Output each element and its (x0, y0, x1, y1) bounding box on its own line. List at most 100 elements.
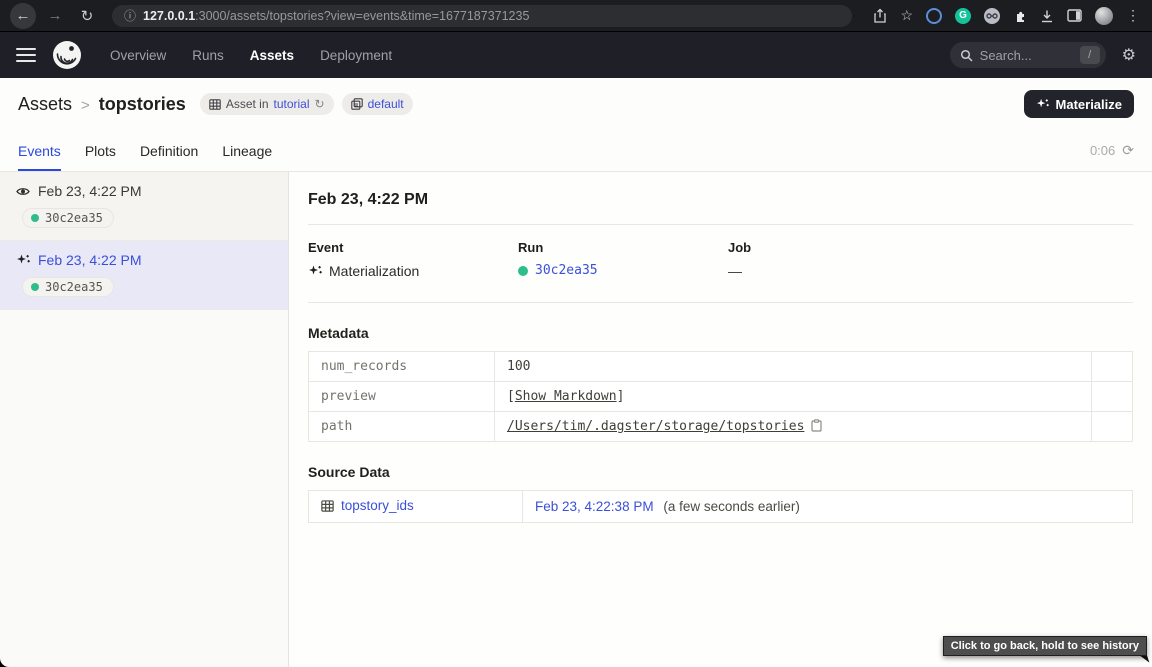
extension-1password-icon[interactable] (926, 8, 942, 24)
nav-item-assets[interactable]: Assets (250, 48, 294, 63)
browser-toolbar: ← → ↻ ⓘ 127.0.0.1:3000/assets/topstories… (0, 0, 1152, 32)
sparkle-icon (1036, 98, 1049, 110)
tab-events[interactable]: Events (18, 130, 61, 171)
search-shortcut-badge: / (1080, 46, 1100, 64)
nav-item-overview[interactable]: Overview (110, 48, 166, 63)
metadata-extra-cell (1092, 412, 1133, 442)
run-status-dot (31, 214, 39, 222)
tab-definition[interactable]: Definition (140, 130, 198, 171)
path-link[interactable]: /Users/tim/.dagster/storage/topstories (507, 419, 804, 434)
asset-group-link[interactable]: default (368, 97, 404, 111)
tab-plots[interactable]: Plots (85, 130, 116, 171)
asset-location-badge[interactable]: Asset in tutorial ↻ (200, 93, 334, 115)
window-corner (0, 657, 12, 667)
metadata-extra-cell (1092, 382, 1133, 412)
browser-back-button[interactable]: ← (10, 3, 36, 29)
job-value: — (728, 263, 742, 279)
table-row: num_records 100 (309, 352, 1133, 382)
metadata-key: preview (309, 382, 495, 412)
url-host: 127.0.0.1 (143, 9, 195, 23)
reload-location-icon[interactable]: ↻ (315, 97, 325, 111)
source-data-section-title: Source Data (308, 464, 1133, 480)
share-icon[interactable] (873, 8, 887, 23)
copy-clipboard-icon[interactable] (811, 419, 822, 432)
asset-grid-icon (209, 99, 221, 110)
event-type-value: Materialization (329, 263, 419, 279)
asset-tabs: Events Plots Definition Lineage 0:06 ⟳ (0, 130, 1152, 172)
metadata-value: /Users/tim/.dagster/storage/topstories (495, 412, 1092, 442)
breadcrumb-assets-link[interactable]: Assets (18, 94, 72, 115)
breadcrumb-separator: > (81, 97, 90, 114)
materialize-button[interactable]: Materialize (1024, 90, 1134, 118)
breadcrumb: Assets > topstories (18, 94, 186, 115)
source-asset-link[interactable]: topstory_ids (321, 498, 414, 513)
table-row: path /Users/tim/.dagster/storage/topstor… (309, 412, 1133, 442)
metadata-table: num_records 100 preview [Show Markdown] … (308, 351, 1133, 442)
back-icon: ← (16, 7, 31, 24)
search-input[interactable]: Search... / (950, 42, 1106, 68)
main-nav: Overview Runs Assets Deployment (110, 48, 392, 63)
metadata-key: num_records (309, 352, 495, 382)
asset-location-prefix: Asset in (226, 97, 269, 111)
search-icon (960, 49, 973, 62)
event-detail-panel: Feb 23, 4:22 PM Event Materialization Ru… (289, 172, 1152, 667)
table-row: preview [Show Markdown] (309, 382, 1133, 412)
nav-item-runs[interactable]: Runs (192, 48, 224, 63)
asset-location-link[interactable]: tutorial (274, 97, 310, 111)
address-bar[interactable]: ⓘ 127.0.0.1:3000/assets/topstories?view=… (112, 5, 852, 27)
event-row-materialization[interactable]: Feb 23, 4:22 PM 30c2ea35 (0, 241, 288, 310)
asset-page-header: Assets > topstories Asset in tutorial ↻ … (0, 78, 1152, 130)
event-detail-title: Feb 23, 4:22 PM (308, 191, 1133, 209)
event-summary-columns: Event Materialization Run 30c2ea35 Job — (308, 225, 1133, 303)
event-timestamp: Feb 23, 4:22 PM (38, 183, 142, 199)
page-title: topstories (99, 94, 186, 115)
event-timestamp: Feb 23, 4:22 PM (38, 252, 142, 268)
extension-glasses-icon[interactable] (984, 8, 1000, 24)
settings-gear-icon[interactable]: ⚙ (1122, 45, 1136, 65)
search-placeholder: Search... (980, 48, 1073, 63)
site-info-icon[interactable]: ⓘ (124, 7, 136, 24)
browser-menu-icon[interactable]: ⋮ (1126, 7, 1140, 24)
show-markdown-link[interactable]: Show Markdown (515, 389, 617, 404)
metadata-extra-cell (1092, 352, 1133, 382)
table-row: topstory_ids Feb 23, 4:22:38 PM (a few s… (309, 491, 1133, 523)
run-status-dot (31, 283, 39, 291)
dagster-logo (52, 40, 82, 70)
browser-reload-button[interactable]: ↻ (74, 3, 100, 29)
metadata-section-title: Metadata (308, 325, 1133, 341)
refresh-countdown: 0:06 (1090, 143, 1115, 158)
url-path: :3000/assets/topstories?view=events&time… (195, 9, 529, 23)
sparkle-icon (308, 265, 322, 277)
browser-forward-button[interactable]: → (42, 3, 68, 29)
run-tag[interactable]: 30c2ea35 (22, 277, 114, 297)
run-column-label: Run (518, 240, 728, 255)
reload-icon: ↻ (81, 7, 94, 25)
run-tag[interactable]: 30c2ea35 (22, 208, 114, 228)
refresh-icon[interactable]: ⟳ (1122, 142, 1134, 159)
auto-refresh-timer: 0:06 ⟳ (1090, 130, 1134, 171)
source-data-table: topstory_ids Feb 23, 4:22:38 PM (a few s… (308, 490, 1133, 523)
asset-grid-icon (321, 500, 334, 512)
run-id-link[interactable]: 30c2ea35 (535, 263, 598, 278)
side-panel-icon[interactable] (1067, 9, 1082, 22)
browser-profile-avatar[interactable] (1095, 7, 1113, 25)
bookmark-star-icon[interactable]: ☆ (900, 7, 913, 24)
back-button-tooltip: Click to go back, hold to see history (943, 636, 1147, 656)
metadata-value: [Show Markdown] (495, 382, 1092, 412)
nav-item-deployment[interactable]: Deployment (320, 48, 392, 63)
extensions-puzzle-icon[interactable] (1013, 9, 1027, 23)
event-row-observation[interactable]: Feb 23, 4:22 PM 30c2ea35 (0, 172, 288, 241)
app-navbar: Overview Runs Assets Deployment Search..… (0, 32, 1152, 78)
sparkle-icon (16, 254, 30, 266)
source-timestamp-link[interactable]: Feb 23, 4:22:38 PM (535, 499, 654, 514)
forward-icon: → (48, 7, 63, 24)
downloads-icon[interactable] (1040, 9, 1054, 23)
extension-grammarly-icon[interactable]: G (955, 8, 971, 24)
hamburger-menu-icon[interactable] (16, 48, 36, 62)
asset-group-badge[interactable]: default (342, 93, 413, 115)
tab-lineage[interactable]: Lineage (222, 130, 272, 171)
job-column-label: Job (728, 240, 1133, 255)
source-relative-time: (a few seconds earlier) (663, 499, 800, 514)
event-column-label: Event (308, 240, 518, 255)
metadata-value: 100 (495, 352, 1092, 382)
